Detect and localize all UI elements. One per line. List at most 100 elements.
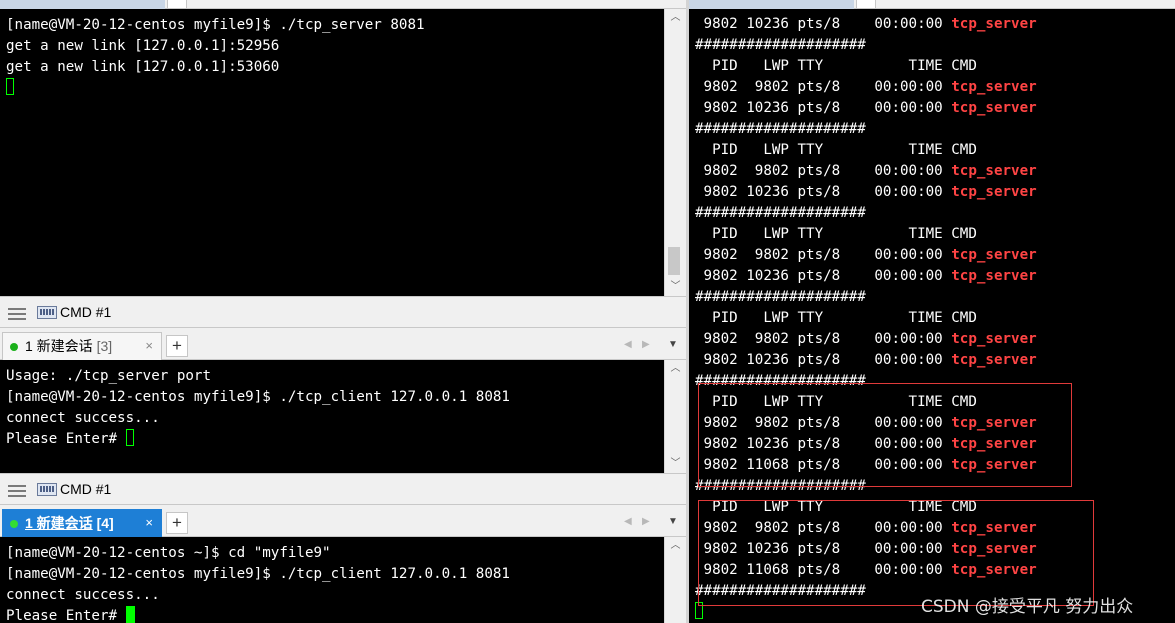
tab-session-3[interactable]: 1 新建会话 [3] × [2, 332, 162, 360]
tab-bar-session-3: 1 新建会话 [3] × + ◀ ▶ ▼ [0, 330, 686, 360]
statusbar-label: CMD #1 [60, 481, 112, 497]
terminal-cursor [6, 78, 14, 95]
terminal-line: [name@VM-20-12-centos myfile9]$ ./tcp_cl… [6, 389, 510, 405]
hamburger-menu-icon[interactable] [8, 305, 26, 323]
terminal-line-text: 9802 10236 pts/8 00:00:00 [695, 16, 952, 32]
terminal-line: PID LWP TTY TIME CMD [689, 308, 1175, 329]
terminal-line: PID LWP TTY TIME CMD [689, 56, 1175, 77]
terminal-line-text: #################### [695, 121, 866, 137]
terminal-line: 9802 9802 pts/8 00:00:00 tcp_server [689, 329, 1175, 350]
scrollbar-top[interactable]: ︿ ﹀ [664, 9, 686, 296]
terminal-cursor [125, 606, 135, 623]
terminal-pane-bottom[interactable]: [name@VM-20-12-centos ~]$ cd "myfile9" [… [0, 537, 664, 623]
terminal-line: connect success... [6, 587, 160, 603]
process-name: tcp_server [951, 100, 1037, 116]
tab-session-4-active[interactable]: 1 新建会话 [4] × [2, 509, 162, 537]
terminal-line-text: 9802 10236 pts/8 00:00:00 [695, 352, 952, 368]
terminal-line-text: 9802 9802 pts/8 00:00:00 [695, 331, 952, 347]
terminal-line-text: 9802 9802 pts/8 00:00:00 [695, 79, 952, 95]
terminal-line: #################### [689, 35, 1175, 56]
new-tab-button[interactable]: + [166, 512, 188, 534]
terminal-line: 9802 10236 pts/8 00:00:00 tcp_server [689, 98, 1175, 119]
terminal-line: [name@VM-20-12-centos myfile9]$ ./tcp_se… [6, 17, 425, 33]
process-name: tcp_server [951, 184, 1037, 200]
keyboard-icon [37, 483, 57, 496]
top-tab-partial[interactable] [0, 0, 165, 9]
terminal-line-text: #################### [695, 37, 866, 53]
highlight-box-2 [698, 500, 1094, 606]
tab-menu-icon[interactable]: ▼ [668, 339, 678, 350]
session-status-icon [10, 343, 18, 351]
top-tab-strip [0, 0, 686, 9]
terminal-line-text: 9802 10236 pts/8 00:00:00 [695, 100, 952, 116]
top-plus-partial[interactable] [167, 0, 187, 9]
process-name: tcp_server [951, 79, 1037, 95]
close-tab-icon[interactable]: × [145, 510, 153, 536]
right-plus-partial[interactable] [856, 0, 876, 9]
tab-label: 1 新建会话 [25, 338, 93, 354]
terminal-line: 9802 10236 pts/8 00:00:00 tcp_server [689, 350, 1175, 371]
terminal-line-text: 9802 10236 pts/8 00:00:00 [695, 184, 952, 200]
process-name: tcp_server [951, 331, 1037, 347]
terminal-pane-middle[interactable]: Usage: ./tcp_server port [name@VM-20-12-… [0, 360, 664, 473]
process-name: tcp_server [951, 16, 1037, 32]
scroll-up-arrow-icon[interactable]: ︿ [665, 9, 686, 27]
terminal-line: 9802 10236 pts/8 00:00:00 tcp_server [689, 266, 1175, 287]
process-name: tcp_server [951, 268, 1037, 284]
session-status-icon [10, 520, 18, 528]
terminal-line: Please Enter# [0, 606, 664, 623]
statusbar-cmd-1: CMD #1 [0, 296, 686, 328]
terminal-line-text: PID LWP TTY TIME CMD [695, 310, 977, 326]
terminal-cursor [125, 429, 134, 446]
terminal-line [0, 78, 664, 99]
terminal-line: Usage: ./tcp_server port [6, 368, 211, 384]
terminal-pane-top[interactable]: [name@VM-20-12-centos myfile9]$ ./tcp_se… [0, 9, 664, 296]
statusbar-label: CMD #1 [60, 304, 112, 320]
tab-count: [3] [96, 338, 113, 354]
terminal-line-text: PID LWP TTY TIME CMD [695, 142, 977, 158]
tab-menu-icon[interactable]: ▼ [668, 516, 678, 527]
tab-scroll-right-icon[interactable]: ▶ [642, 339, 650, 350]
terminal-line: Please Enter# [0, 429, 664, 450]
terminal-line-text: 9802 9802 pts/8 00:00:00 [695, 163, 952, 179]
tab-scroll-left-icon[interactable]: ◀ [624, 516, 632, 527]
tab-scroll-right-icon[interactable]: ▶ [642, 516, 650, 527]
process-name: tcp_server [951, 247, 1037, 263]
terminal-line: 9802 9802 pts/8 00:00:00 tcp_server [689, 161, 1175, 182]
tab-label: 1 新建会话 [25, 515, 93, 531]
statusbar-cmd-2: CMD #1 [0, 473, 686, 505]
terminal-line: PID LWP TTY TIME CMD [689, 140, 1175, 161]
watermark-text: CSDN @接受平凡 努力出众 [921, 597, 1134, 617]
scroll-down-arrow-icon[interactable]: ﹀ [665, 455, 686, 473]
terminal-line: #################### [689, 119, 1175, 140]
terminal-line: get a new link [127.0.0.1]:53060 [6, 59, 280, 75]
scroll-thumb[interactable] [668, 247, 680, 275]
tab-count: [4] [96, 515, 114, 531]
terminal-line: 9802 9802 pts/8 00:00:00 tcp_server [689, 245, 1175, 266]
terminal-line-text: 9802 9802 pts/8 00:00:00 [695, 247, 952, 263]
process-name: tcp_server [951, 163, 1037, 179]
terminal-line-text: PID LWP TTY TIME CMD [695, 226, 977, 242]
terminal-line: [name@VM-20-12-centos myfile9]$ ./tcp_cl… [6, 566, 510, 582]
terminal-line-text: #################### [695, 289, 866, 305]
close-tab-icon[interactable]: × [145, 333, 153, 359]
right-tab-partial[interactable] [689, 0, 854, 9]
scrollbar-bottom[interactable]: ︿ [664, 537, 686, 623]
right-tab-strip [689, 0, 1175, 9]
terminal-line-text: PID LWP TTY TIME CMD [695, 58, 977, 74]
terminal-line: #################### [689, 287, 1175, 308]
terminal-line: 9802 10236 pts/8 00:00:00 tcp_server [689, 14, 1175, 35]
scrollbar-middle[interactable]: ︿ ﹀ [664, 360, 686, 473]
scroll-up-arrow-icon[interactable]: ︿ [665, 360, 686, 378]
scroll-up-arrow-icon[interactable]: ︿ [665, 537, 686, 555]
tab-scroll-left-icon[interactable]: ◀ [624, 339, 632, 350]
terminal-line: PID LWP TTY TIME CMD [689, 224, 1175, 245]
scroll-down-arrow-icon[interactable]: ﹀ [665, 278, 686, 296]
terminal-line: 9802 9802 pts/8 00:00:00 tcp_server [689, 77, 1175, 98]
highlight-box-1 [698, 383, 1072, 487]
hamburger-menu-icon[interactable] [8, 482, 26, 500]
terminal-line: connect success... [6, 410, 160, 426]
terminal-line: get a new link [127.0.0.1]:52956 [6, 38, 280, 54]
tab-bar-session-4: 1 新建会话 [4] × + ◀ ▶ ▼ [0, 507, 686, 537]
new-tab-button[interactable]: + [166, 335, 188, 357]
